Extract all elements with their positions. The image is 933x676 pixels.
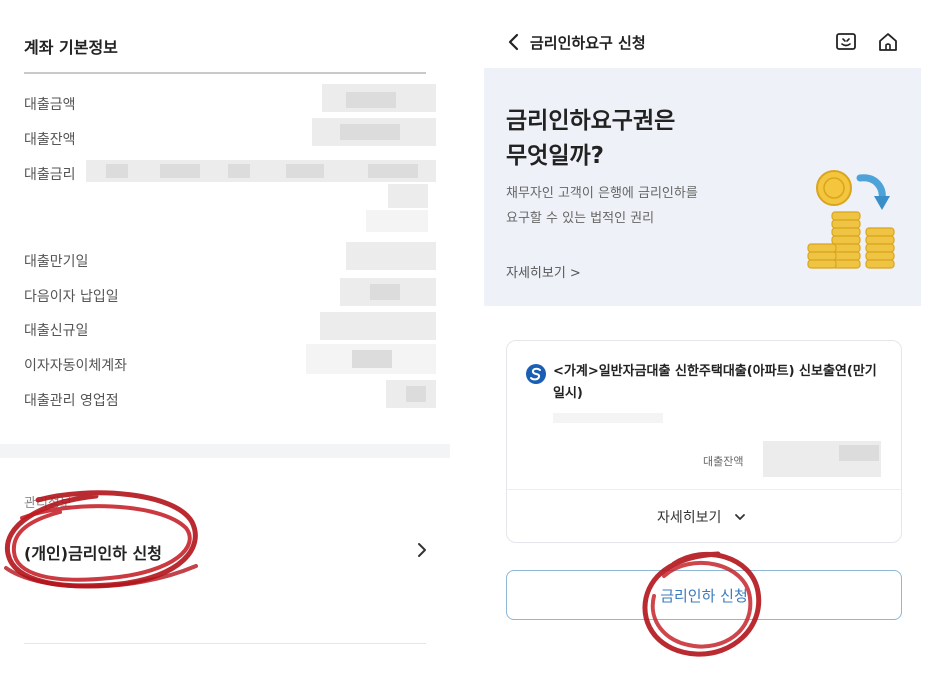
banner-description: 채무자인 고객이 은행에 금리인하를 요구할 수 있는 법적인 권리 bbox=[506, 182, 766, 231]
label-auto-transfer-account: 이자자동이체계좌 bbox=[24, 358, 128, 374]
banner-description-line2: 요구할 수 있는 법적인 권리 bbox=[506, 210, 655, 226]
chevron-down-icon bbox=[735, 514, 745, 520]
account-info-title: 계좌 기본정보 bbox=[24, 38, 118, 57]
personal-rate-cut-apply-label: (개인)금리인하 신청 bbox=[24, 544, 162, 563]
management-info-label: 관리정보 bbox=[24, 496, 72, 511]
banner-headline-line2: 무엇일까? bbox=[506, 142, 604, 169]
chatbot-icon[interactable] bbox=[834, 30, 858, 54]
redacted-balance-value-detail bbox=[839, 445, 879, 461]
redacted-account-number bbox=[553, 413, 663, 423]
label-maturity-date: 대출만기일 bbox=[24, 254, 89, 270]
label-new-loan-date: 대출신규일 bbox=[24, 323, 89, 339]
account-info-panel: 계좌 기본정보 대출금액 대출잔액 대출금리 대출만기일 다음이자 납입일 대출… bbox=[0, 0, 450, 676]
home-icon[interactable] bbox=[876, 30, 900, 54]
label-interest-rate: 대출금리 bbox=[24, 167, 76, 183]
chevron-right-icon bbox=[418, 543, 426, 557]
page-title: 금리인하요구 신청 bbox=[530, 34, 646, 52]
rate-cut-apply-button[interactable]: 금리인하 신청 bbox=[506, 570, 902, 620]
loan-account-card: <가계>일반자금대출 신한주택대출(아파트) 신보출연(만기일시) 대출잔액 자… bbox=[506, 340, 902, 543]
banner-headline-line1: 금리인하요구권은 bbox=[506, 108, 676, 134]
label-loan-amount: 대출금액 bbox=[24, 97, 76, 113]
personal-rate-cut-apply-row[interactable]: (개인)금리인하 신청 bbox=[0, 524, 450, 578]
title-divider bbox=[24, 72, 426, 74]
label-loan-balance: 대출잔액 bbox=[24, 132, 76, 148]
bottom-divider bbox=[24, 643, 426, 644]
label-branch: 대출관리 영업점 bbox=[24, 393, 119, 409]
banner-description-line1: 채무자인 고객이 은행에 금리인하를 bbox=[506, 186, 698, 201]
label-next-interest-date: 다음이자 납입일 bbox=[24, 289, 119, 305]
loan-product-title: <가계>일반자금대출 신한주택대출(아파트) 신보출연(만기일시) bbox=[553, 364, 877, 402]
banner-headline: 금리인하요구권은 무엇일까? bbox=[506, 104, 766, 173]
balance-label: 대출잔액 bbox=[703, 455, 744, 468]
section-separator bbox=[0, 444, 450, 458]
rate-cut-request-screen: 금리인하요구 신청 금리인하요구권은 무엇일까? 채무자인 고객이 은행에 금리… bbox=[484, 0, 933, 676]
rate-cut-apply-label: 금리인하 신청 bbox=[660, 587, 748, 605]
back-arrow-icon[interactable] bbox=[504, 30, 524, 54]
bank-logo-icon bbox=[526, 364, 546, 384]
coins-illustration bbox=[807, 170, 895, 269]
card-details-label: 자세히보기 bbox=[657, 510, 722, 526]
card-details-toggle[interactable]: 자세히보기 bbox=[507, 489, 901, 543]
banner-more-link[interactable]: 자세히보기 > bbox=[506, 262, 581, 281]
